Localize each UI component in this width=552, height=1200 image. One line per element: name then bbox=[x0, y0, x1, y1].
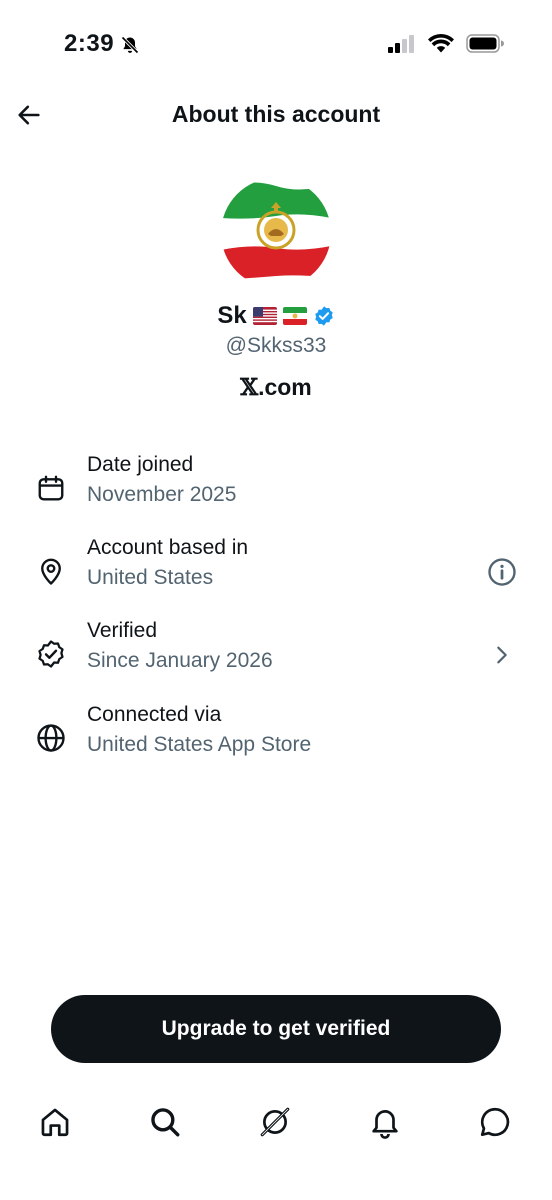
date-joined-value: November 2025 bbox=[87, 483, 237, 506]
nav-grok[interactable] bbox=[253, 1100, 297, 1144]
bell-slash-icon bbox=[121, 36, 139, 54]
nav-messages[interactable] bbox=[473, 1100, 517, 1144]
messages-icon bbox=[480, 1107, 510, 1137]
location-pin-icon bbox=[41, 558, 61, 585]
verified-details-button[interactable] bbox=[486, 639, 518, 671]
grok-icon bbox=[260, 1107, 290, 1137]
chevron-right-icon bbox=[497, 646, 507, 664]
display-name-row: Sk bbox=[0, 302, 552, 330]
verified-value: Since January 2026 bbox=[87, 649, 273, 672]
info-row-verified[interactable]: Verified Since January 2026 bbox=[0, 619, 552, 691]
globe-icon bbox=[37, 724, 65, 752]
bottom-navigation-bar bbox=[0, 1090, 552, 1150]
connected-via-value: United States App Store bbox=[87, 733, 312, 756]
verified-check-icon[interactable] bbox=[313, 305, 335, 327]
cellular-signal-icon bbox=[388, 34, 414, 53]
account-location-info-button[interactable] bbox=[486, 556, 518, 588]
status-icons bbox=[388, 34, 504, 53]
date-joined-label: Date joined bbox=[87, 453, 194, 476]
us-flag bbox=[252, 307, 277, 325]
avatar[interactable] bbox=[221, 178, 331, 288]
info-icon bbox=[488, 558, 516, 586]
page-title: About this account bbox=[171, 101, 381, 127]
verified-label: Verified bbox=[87, 619, 158, 642]
iran-lion-sun-flag bbox=[282, 307, 307, 325]
nav-home[interactable] bbox=[33, 1100, 77, 1144]
display-name: Sk bbox=[217, 302, 247, 329]
home-icon bbox=[41, 1108, 69, 1137]
x-logo-glyph: 𝕏 bbox=[240, 374, 259, 401]
wifi-icon bbox=[428, 34, 454, 53]
notifications-icon bbox=[372, 1110, 398, 1139]
verified-outline-icon bbox=[38, 640, 64, 668]
calendar-icon bbox=[38, 475, 64, 501]
user-handle: @Skkss33 bbox=[225, 334, 327, 357]
domain-suffix: .com bbox=[258, 374, 312, 400]
iran-lion-and-sun-flag bbox=[221, 178, 331, 288]
status-bar: 2:39 bbox=[0, 0, 552, 90]
account-based-label: Account based in bbox=[87, 536, 249, 559]
info-row-date-joined: Date joined November 2025 bbox=[0, 453, 552, 525]
info-row-connected-via: Connected via United States App Store bbox=[0, 703, 552, 775]
battery-icon bbox=[466, 34, 504, 53]
about-account-screen: 2:39 About this account Sk @Skkss33 𝕏.co… bbox=[0, 0, 552, 1200]
upgrade-to-verified-button[interactable]: Upgrade to get verified bbox=[51, 995, 501, 1063]
domain-label: 𝕏.com bbox=[0, 374, 552, 401]
info-row-account-based-in: Account based in United States bbox=[0, 536, 552, 608]
search-icon bbox=[151, 1108, 180, 1137]
connected-via-label: Connected via bbox=[87, 703, 222, 726]
status-time: 2:39 bbox=[64, 30, 115, 57]
nav-search[interactable] bbox=[143, 1100, 187, 1144]
account-based-value: United States bbox=[87, 566, 214, 589]
nav-notifications[interactable] bbox=[363, 1100, 407, 1144]
